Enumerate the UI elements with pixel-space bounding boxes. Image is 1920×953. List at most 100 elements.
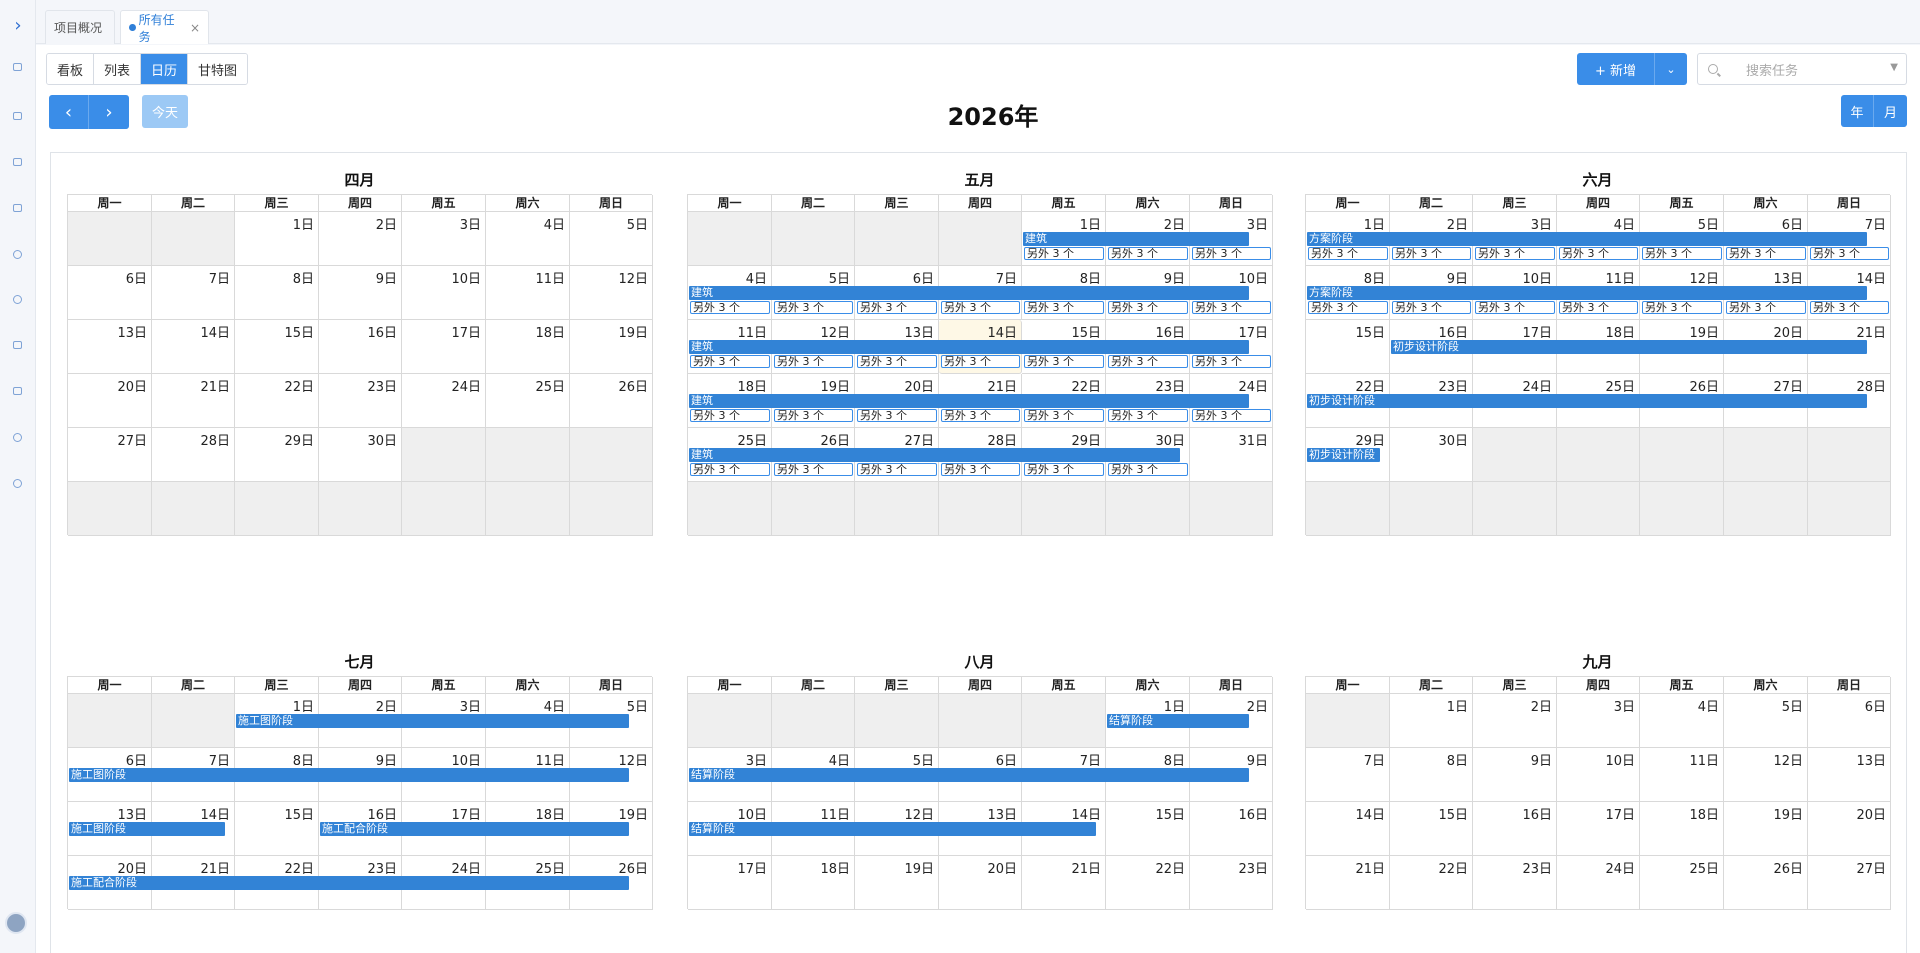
- tab-project-overview[interactable]: 项目概况: [45, 10, 115, 44]
- more-tasks-link[interactable]: 另外 3 个: [941, 355, 1020, 368]
- close-icon[interactable]: ×: [190, 21, 200, 35]
- day-cell[interactable]: 13日: [1808, 748, 1891, 802]
- more-tasks-link[interactable]: 另外 3 个: [774, 301, 853, 314]
- day-cell[interactable]: 8日: [1390, 748, 1473, 802]
- day-cell[interactable]: 12日: [570, 266, 653, 320]
- day-cell[interactable]: 3日: [1557, 694, 1640, 748]
- day-cell[interactable]: 20日: [939, 856, 1022, 910]
- more-tasks-link[interactable]: 另外 3 个: [1559, 301, 1638, 314]
- day-cell[interactable]: 16日: [1190, 802, 1273, 856]
- day-cell[interactable]: 21日: [1306, 856, 1390, 910]
- year-mode-button[interactable]: 年: [1841, 95, 1874, 127]
- more-tasks-link[interactable]: 另外 3 个: [857, 409, 937, 422]
- monitor-icon[interactable]: [10, 60, 24, 74]
- day-cell[interactable]: 10日: [402, 266, 486, 320]
- day-cell[interactable]: 4日: [1640, 694, 1724, 748]
- day-cell[interactable]: 30日: [1390, 428, 1473, 482]
- day-cell[interactable]: 2日: [319, 212, 402, 266]
- day-cell[interactable]: 15日: [1306, 320, 1390, 374]
- more-tasks-link[interactable]: 另外 3 个: [1726, 247, 1806, 260]
- more-tasks-link[interactable]: 另外 3 个: [1024, 355, 1104, 368]
- more-tasks-link[interactable]: 另外 3 个: [1192, 409, 1271, 422]
- day-cell[interactable]: 6日: [1808, 694, 1891, 748]
- task-bar[interactable]: 初步设计阶段: [1307, 448, 1380, 462]
- day-cell[interactable]: 16日: [1473, 802, 1557, 856]
- cube-icon[interactable]: [10, 247, 24, 261]
- more-tasks-link[interactable]: 另外 3 个: [1810, 301, 1889, 314]
- more-tasks-link[interactable]: 另外 3 个: [1475, 301, 1555, 314]
- day-cell[interactable]: 29日: [235, 428, 319, 482]
- task-bar[interactable]: 施工配合阶段: [69, 876, 629, 890]
- more-tasks-link[interactable]: 另外 3 个: [1308, 247, 1388, 260]
- more-tasks-link[interactable]: 另外 3 个: [1810, 247, 1889, 260]
- tab-all-tasks[interactable]: 所有任务 ×: [120, 10, 209, 44]
- task-bar[interactable]: 施工图阶段: [69, 768, 629, 782]
- day-cell[interactable]: 14日: [1306, 802, 1390, 856]
- day-cell[interactable]: 24日: [402, 374, 486, 428]
- search-input[interactable]: 搜索任务 ▼: [1697, 53, 1907, 85]
- day-cell[interactable]: 15日: [235, 320, 319, 374]
- more-tasks-link[interactable]: 另外 3 个: [1192, 301, 1271, 314]
- more-tasks-link[interactable]: 另外 3 个: [941, 301, 1020, 314]
- calendar-icon[interactable]: [10, 384, 24, 398]
- more-tasks-link[interactable]: 另外 3 个: [774, 409, 853, 422]
- task-bar[interactable]: 建筑: [1023, 232, 1249, 246]
- day-cell[interactable]: 5日: [1724, 694, 1808, 748]
- more-tasks-link[interactable]: 另外 3 个: [690, 463, 770, 476]
- day-cell[interactable]: 1日: [1390, 694, 1473, 748]
- more-tasks-link[interactable]: 另外 3 个: [1024, 409, 1104, 422]
- cube-icon[interactable]: [10, 292, 24, 306]
- users-icon[interactable]: [10, 430, 24, 444]
- day-cell[interactable]: 20日: [68, 374, 152, 428]
- day-cell[interactable]: 25日: [1640, 856, 1724, 910]
- day-cell[interactable]: 9日: [1473, 748, 1557, 802]
- day-cell[interactable]: 21日: [1022, 856, 1106, 910]
- more-tasks-link[interactable]: 另外 3 个: [1024, 247, 1104, 260]
- day-cell[interactable]: 22日: [1106, 856, 1190, 910]
- expand-sidebar-icon[interactable]: ›: [11, 17, 25, 35]
- day-cell[interactable]: 6日: [68, 266, 152, 320]
- folder-icon[interactable]: [10, 201, 24, 215]
- view-gantt-button[interactable]: 甘特图: [188, 54, 248, 84]
- day-cell[interactable]: 14日: [152, 320, 235, 374]
- day-cell[interactable]: 17日: [688, 856, 772, 910]
- view-calendar-button[interactable]: 日历: [141, 54, 189, 84]
- task-bar[interactable]: 结算阶段: [1107, 714, 1249, 728]
- day-cell[interactable]: 8日: [235, 266, 319, 320]
- day-cell[interactable]: 16日: [319, 320, 402, 374]
- day-cell[interactable]: 23日: [1473, 856, 1557, 910]
- task-bar[interactable]: 建筑: [689, 286, 1249, 300]
- task-bar[interactable]: 建筑: [689, 340, 1249, 354]
- day-cell[interactable]: 27日: [1808, 856, 1891, 910]
- day-cell[interactable]: 9日: [319, 266, 402, 320]
- next-button[interactable]: ›: [89, 95, 129, 129]
- more-tasks-link[interactable]: 另外 3 个: [690, 409, 770, 422]
- more-tasks-link[interactable]: 另外 3 个: [1108, 301, 1188, 314]
- more-tasks-link[interactable]: 另外 3 个: [774, 355, 853, 368]
- month-mode-button[interactable]: 月: [1874, 95, 1907, 127]
- more-tasks-link[interactable]: 另外 3 个: [1192, 355, 1271, 368]
- day-cell[interactable]: 18日: [1640, 802, 1724, 856]
- view-list-button[interactable]: 列表: [94, 54, 142, 84]
- day-cell[interactable]: 26日: [570, 374, 653, 428]
- more-tasks-link[interactable]: 另外 3 个: [1392, 247, 1471, 260]
- task-bar[interactable]: 初步设计阶段: [1307, 394, 1867, 408]
- day-cell[interactable]: 2日: [1473, 694, 1557, 748]
- day-cell[interactable]: 23日: [319, 374, 402, 428]
- more-tasks-link[interactable]: 另外 3 个: [1192, 247, 1271, 260]
- day-cell[interactable]: 7日: [152, 266, 235, 320]
- more-tasks-link[interactable]: 另外 3 个: [857, 463, 937, 476]
- chevron-down-icon[interactable]: ⌄: [1655, 63, 1687, 76]
- day-cell[interactable]: 22日: [235, 374, 319, 428]
- more-tasks-link[interactable]: 另外 3 个: [1642, 301, 1722, 314]
- day-cell[interactable]: 27日: [68, 428, 152, 482]
- more-tasks-link[interactable]: 另外 3 个: [941, 409, 1020, 422]
- day-cell[interactable]: 25日: [486, 374, 570, 428]
- more-tasks-link[interactable]: 另外 3 个: [1726, 301, 1806, 314]
- day-cell[interactable]: 28日: [152, 428, 235, 482]
- avatar[interactable]: [5, 912, 27, 934]
- day-cell[interactable]: 7日: [1306, 748, 1390, 802]
- today-button[interactable]: 今天: [142, 95, 188, 128]
- day-cell[interactable]: 12日: [1724, 748, 1808, 802]
- more-tasks-link[interactable]: 另外 3 个: [1108, 409, 1188, 422]
